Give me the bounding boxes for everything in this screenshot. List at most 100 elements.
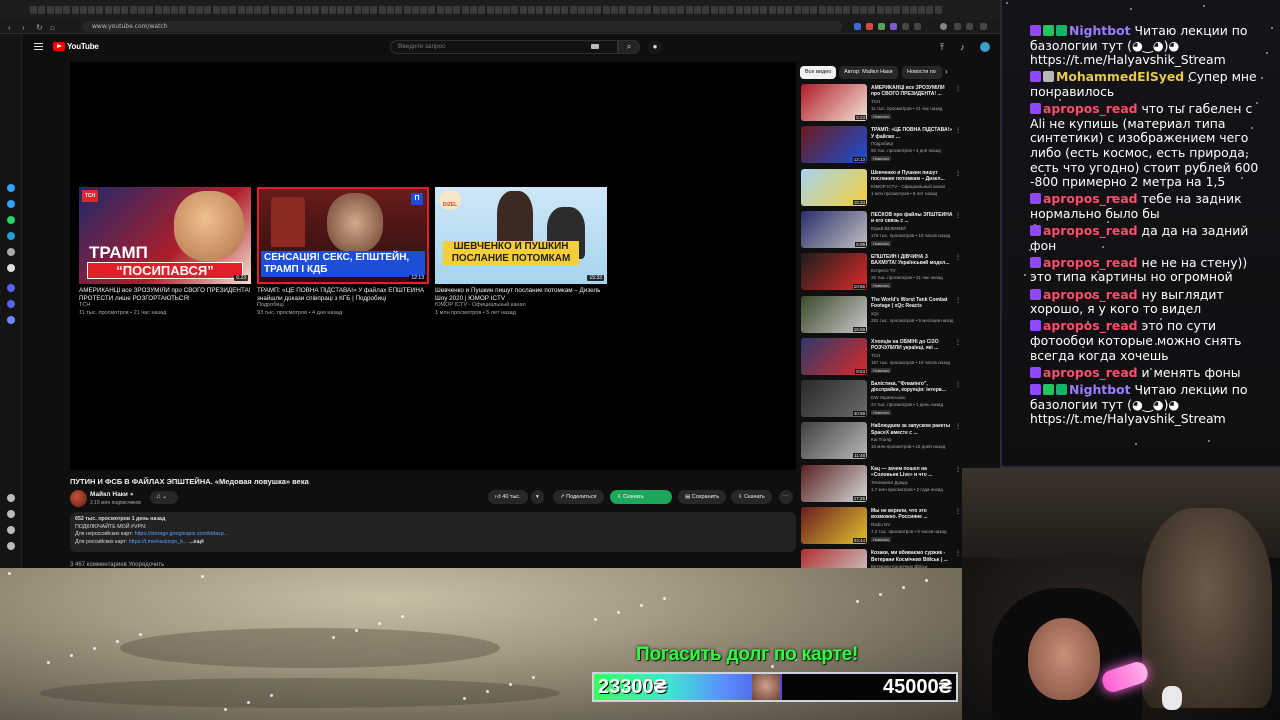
sidebar-video-item[interactable]: 5:09 ПЕСКОВ про файлы ЭПШТЕЙНА и его связ…	[801, 210, 961, 251]
browser-tab[interactable]	[279, 6, 286, 14]
chat-username[interactable]: apropos_read	[1043, 191, 1138, 207]
browser-tab[interactable]	[851, 6, 859, 14]
dock-app-icon[interactable]	[7, 526, 15, 534]
endcard-title[interactable]: ТРАМП: «ЦЕ ПОВНА ПІДСТАВА!» У файлах ЕПШ…	[257, 287, 429, 302]
sidebar-video-channel[interactable]: DW Українською	[871, 395, 957, 400]
endcard-title[interactable]: Шевченко и Пушкин пишут послание потомка…	[435, 287, 607, 302]
browser-tab[interactable]	[611, 6, 618, 14]
sidebar-video-title[interactable]: Наблюдаем за запуском ракеты SpaceX вмес…	[871, 423, 953, 436]
sidebar-video-thumbnail[interactable]: 12:13	[801, 126, 867, 164]
browser-tab[interactable]	[801, 6, 809, 14]
browser-tab[interactable]	[727, 6, 735, 14]
browser-tab[interactable]	[362, 6, 369, 14]
endcard-thumbnail[interactable]: DIZEL ШЕВЧЕНКО И ПУШКИН ПОСЛАНИЕ ПОТОМКА…	[435, 187, 607, 284]
more-actions-icon[interactable]: ⋯	[779, 490, 793, 504]
sidebar-video-title[interactable]: АМЕРИКАНЦІ все ЗРОЗУМІЛИ про СВОГО ПРЕЗИ…	[871, 85, 953, 98]
endscreen-video-card[interactable]: DIZEL ШЕВЧЕНКО И ПУШКИН ПОСЛАНИЕ ПОТОМКА…	[435, 187, 607, 317]
extension-icon[interactable]	[902, 23, 909, 30]
dock-app-icon[interactable]	[7, 284, 15, 292]
sidebar-video-thumbnail[interactable]: 10:56	[801, 253, 867, 291]
browser-tab[interactable]	[137, 6, 145, 14]
browser-tab[interactable]	[909, 6, 917, 14]
browser-tab[interactable]	[121, 6, 129, 14]
microphone-icon[interactable]: ●	[648, 40, 662, 54]
browser-tab[interactable]	[320, 6, 328, 14]
chip-all-videos[interactable]: Все видео	[800, 66, 837, 79]
browser-tab[interactable]	[702, 6, 710, 14]
sidebar-video-thumbnail[interactable]: 8:53	[801, 337, 867, 375]
browser-tab[interactable]	[88, 6, 96, 14]
browser-tab[interactable]	[461, 6, 469, 14]
sidebar-video-channel[interactable]: ТСН	[871, 353, 957, 358]
extension-icon[interactable]	[878, 23, 885, 30]
dock-app-icon[interactable]	[7, 300, 15, 308]
extension-icon[interactable]	[954, 23, 961, 30]
browser-tab[interactable]	[544, 6, 552, 14]
browser-tab[interactable]	[436, 6, 444, 14]
video-player[interactable]: ТСН ТРАМП “ПОСИПАВСЯ” 6:23 АМЕРИКАНЦІ вс…	[70, 62, 796, 470]
browser-tab[interactable]	[818, 6, 826, 14]
sidebar-video-thumbnail[interactable]	[801, 549, 867, 568]
sidebar-video-thumbnail[interactable]: 5:09	[801, 210, 867, 248]
browser-tab[interactable]	[934, 6, 942, 14]
browser-tab[interactable]	[254, 6, 262, 14]
browser-tab[interactable]	[204, 6, 212, 14]
endscreen-video-card[interactable]: П СЕНСАЦІЯ! СЕКС, ЕПШТЕЙН, ТРАМП І КДБ 1…	[257, 187, 429, 317]
sidebar-video-item[interactable]: 23:44 Мы не верили, что это возможно. Рос…	[801, 507, 961, 547]
browser-tab[interactable]	[644, 6, 652, 14]
dock-app-icon[interactable]	[7, 248, 15, 256]
browser-tab[interactable]	[295, 6, 303, 14]
browser-tab[interactable]	[411, 6, 419, 14]
chat-username[interactable]: Nightbot	[1069, 23, 1131, 38]
browser-tab[interactable]	[752, 6, 760, 14]
create-video-icon[interactable]: ⤒	[940, 42, 944, 53]
chat-username[interactable]: apropos_read	[1043, 287, 1138, 302]
sidebar-video-thumbnail[interactable]: 17:26	[801, 464, 867, 502]
url-field[interactable]: www.youtube.com/watch	[82, 21, 842, 32]
download-button-secondary[interactable]: ⇩ Скачать	[731, 490, 772, 504]
browser-tab[interactable]	[370, 6, 378, 14]
back-icon[interactable]: ‹	[8, 23, 11, 32]
description-link[interactable]: https://t.me/nackivpn_b...	[129, 539, 188, 545]
sidebar-video-title[interactable]: Балістика, "Фламінго", дієспрайки, коруп…	[871, 381, 953, 394]
save-button[interactable]: ▤ Сохранить	[678, 490, 727, 504]
browser-tab[interactable]	[826, 6, 834, 14]
browser-tab[interactable]	[884, 6, 892, 14]
sidebar-video-title[interactable]: ТРАМП: «ЦЕ ПОВНА ПІДСТАВА!» У файлах ...	[871, 127, 953, 140]
chevron-right-icon[interactable]: ›	[945, 67, 948, 76]
search-button[interactable]: ⌕	[618, 40, 640, 54]
browser-tab[interactable]	[403, 6, 411, 14]
extension-icon[interactable]	[914, 23, 921, 30]
sidebar-video-title[interactable]: ЕПШТЕЙН І ДІВЧИНА З БАХМУТА! Український…	[871, 254, 953, 267]
more-options-icon[interactable]: ⋮	[955, 381, 961, 388]
browser-tab[interactable]	[129, 6, 137, 14]
chat-username[interactable]: apropos_read	[1043, 255, 1138, 270]
browser-tab[interactable]	[212, 6, 220, 14]
browser-tab[interactable]	[835, 6, 843, 14]
more-options-icon[interactable]: ⋮	[955, 550, 961, 557]
endcard-channel[interactable]: Подробиці	[257, 302, 429, 310]
browser-tab[interactable]	[63, 6, 71, 14]
browser-tab[interactable]	[494, 6, 502, 14]
chat-username[interactable]: Nightbot	[1069, 382, 1131, 397]
more-options-icon[interactable]: ⋮	[955, 423, 961, 430]
sidebar-video-item[interactable]: 16:59 The World's Worst Tank Combat Foota…	[801, 295, 961, 336]
more-options-icon[interactable]: ⋮	[955, 127, 961, 134]
sidebar-video-title[interactable]: Козаки, ми вбиваємо суржик - Ветерани Ко…	[871, 550, 953, 563]
browser-tab[interactable]	[868, 6, 876, 14]
notifications-bell-icon[interactable]: ♪	[960, 42, 965, 52]
browser-tab[interactable]	[594, 6, 602, 14]
browser-tab[interactable]	[893, 6, 901, 14]
browser-tab[interactable]	[113, 6, 120, 14]
browser-tab[interactable]	[619, 6, 627, 14]
dock-app-icon[interactable]	[7, 510, 15, 518]
sidebar-video-item[interactable]: 17:26 Кац — зачем пошел на «Соловьев Live…	[801, 464, 961, 505]
browser-tab-strip[interactable]	[0, 0, 1000, 20]
channel-name[interactable]: Майкл Наки ●	[90, 491, 134, 498]
chat-username[interactable]: MohammedElSyed	[1056, 69, 1184, 85]
sidebar-video-item[interactable]: 11:48 Наблюдаем за запуском ракеты SpaceX…	[801, 422, 961, 462]
sidebar-video-item[interactable]: 6:23 АМЕРИКАНЦІ все ЗРОЗУМІЛИ про СВОГО П…	[801, 84, 961, 124]
browser-tab[interactable]	[54, 6, 62, 14]
browser-tab[interactable]	[453, 6, 461, 14]
chat-username[interactable]: apropos_read	[1043, 365, 1138, 380]
